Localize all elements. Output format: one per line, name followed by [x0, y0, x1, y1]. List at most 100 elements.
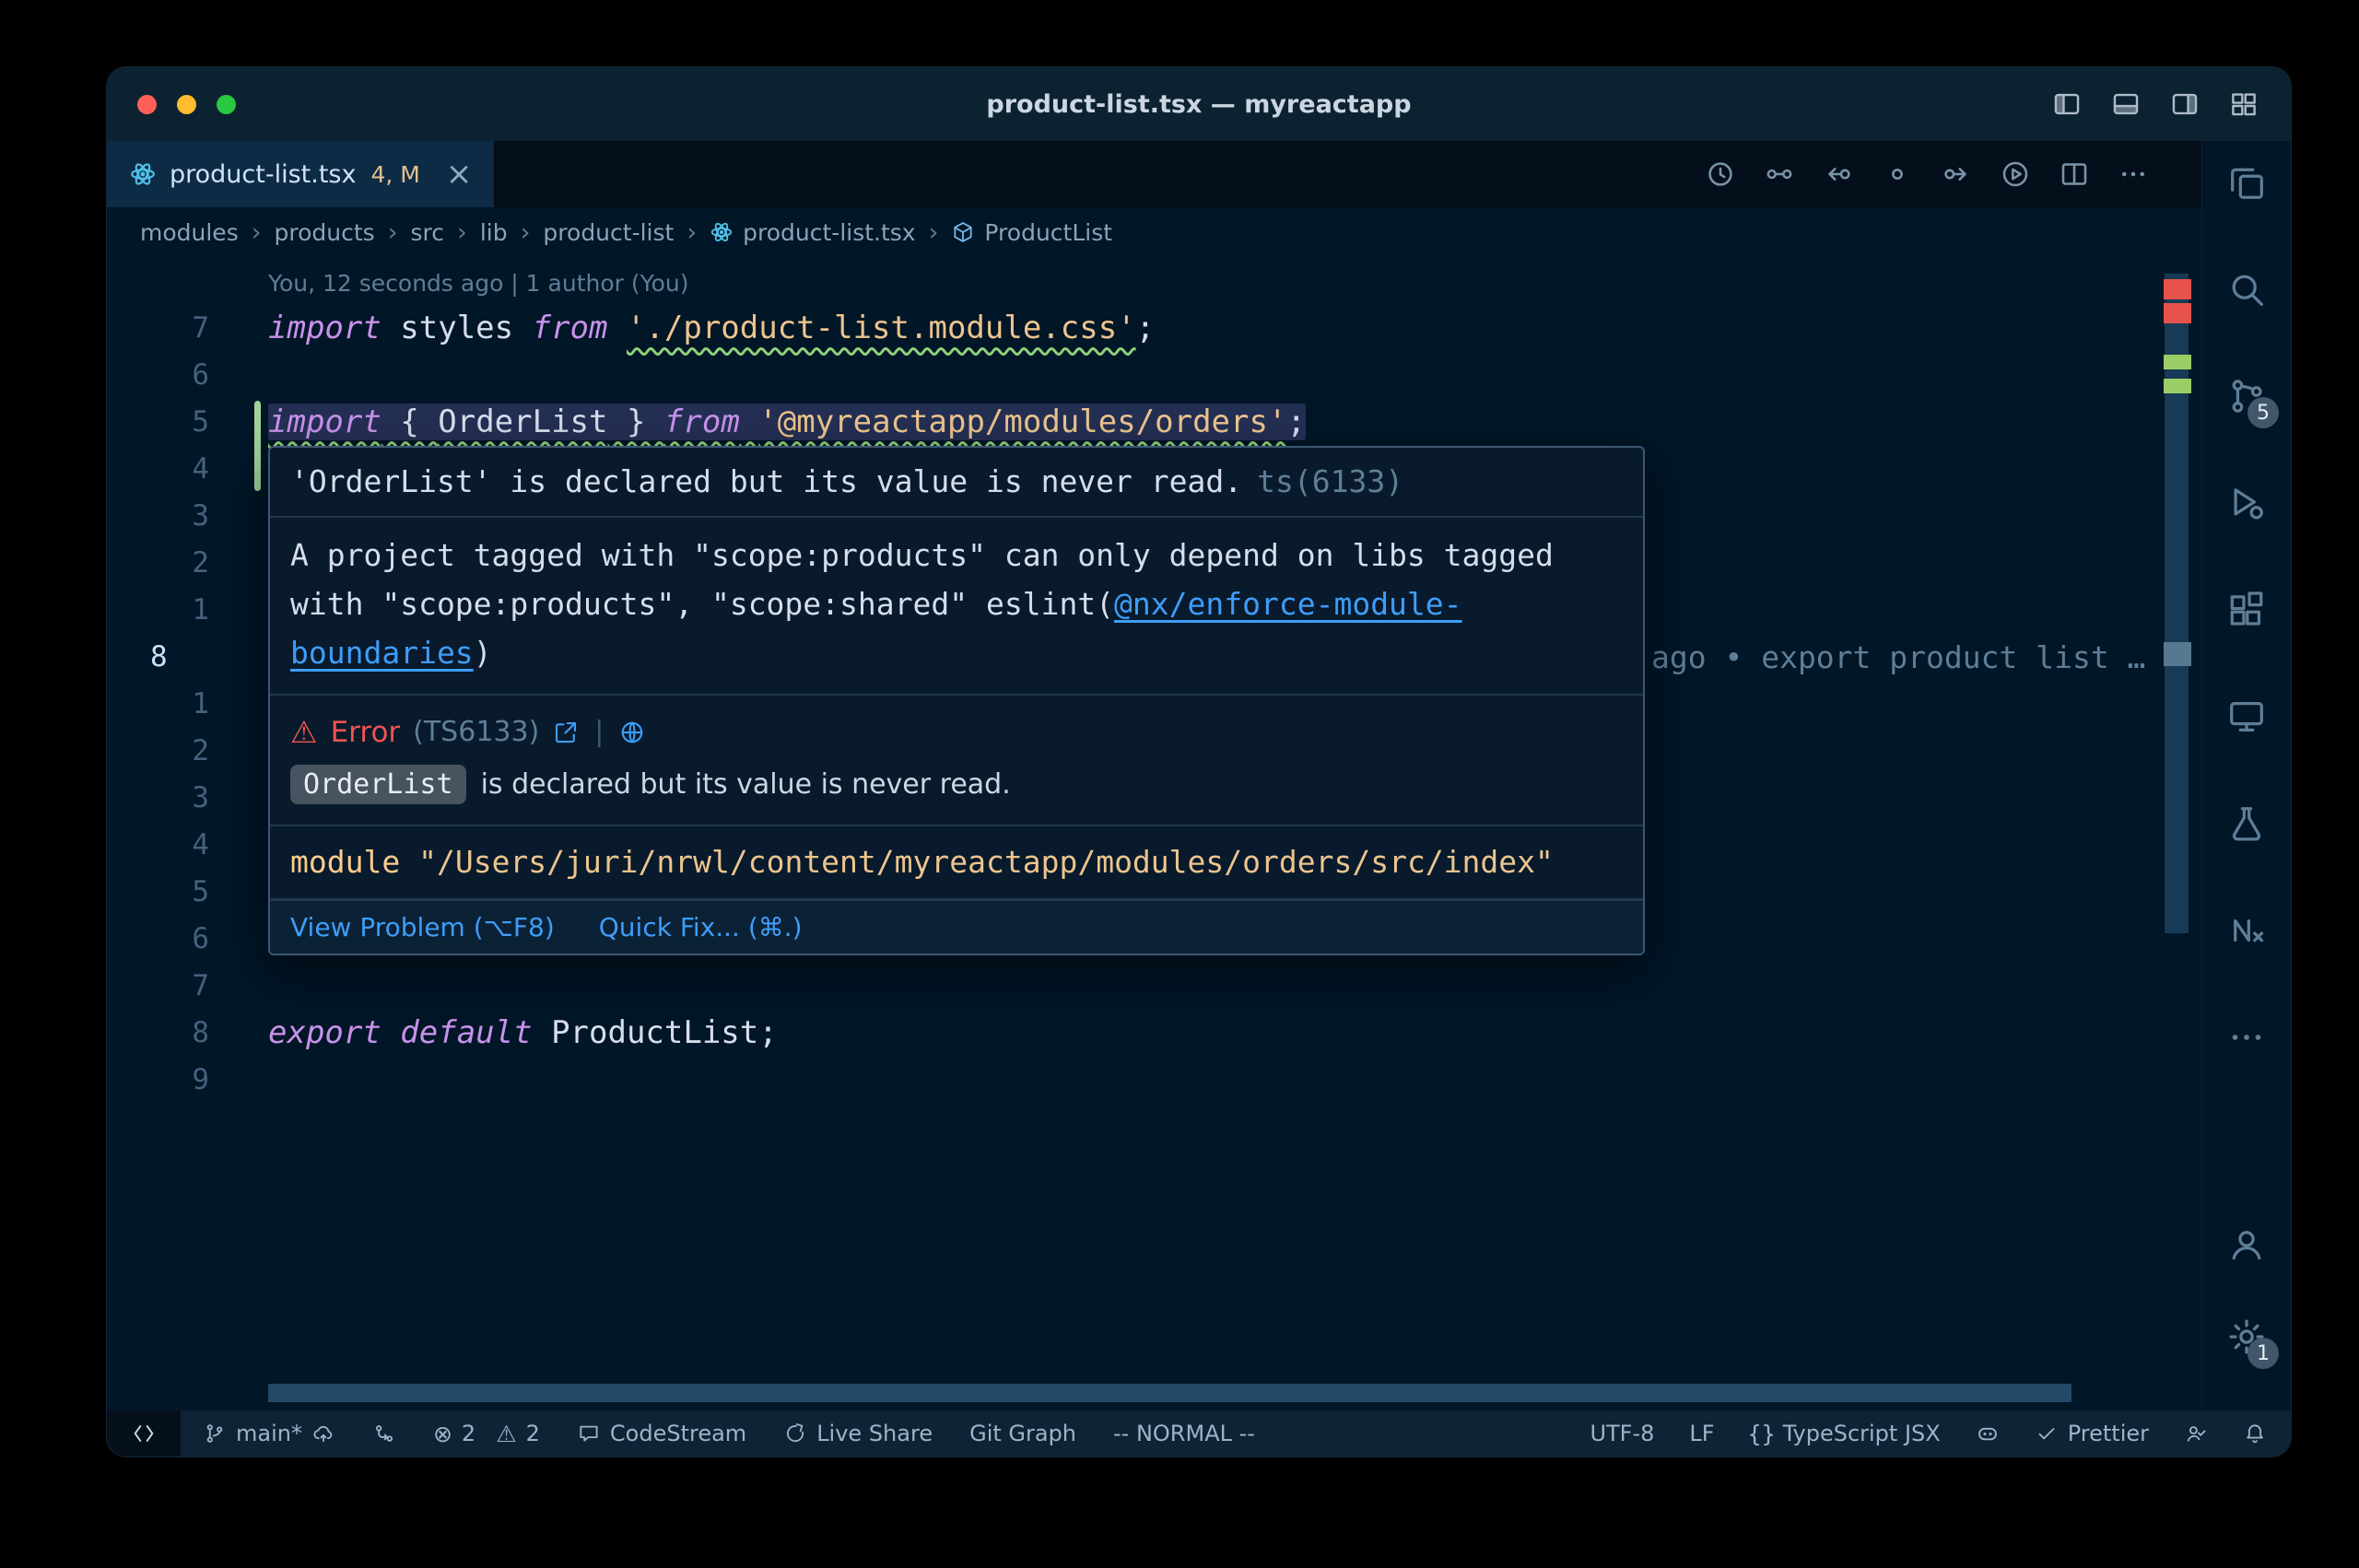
chevron-right-icon: › — [388, 218, 398, 247]
open-change-button[interactable] — [1881, 158, 1914, 191]
activity-more[interactable] — [2225, 1016, 2268, 1059]
activity-search[interactable] — [2225, 268, 2268, 310]
timeline-button[interactable] — [1704, 158, 1737, 191]
status-compare-branch[interactable] — [372, 1422, 396, 1445]
status-git-branch[interactable]: main* — [203, 1421, 335, 1446]
panel-left-button[interactable] — [2051, 88, 2083, 120]
editor-toolbar — [1704, 141, 2201, 207]
status-vim-mode[interactable]: -- NORMAL -- — [1113, 1421, 1255, 1446]
line-number: 8 — [107, 1010, 209, 1057]
line-number: 4 — [107, 822, 209, 869]
status-copilot[interactable] — [1976, 1422, 2000, 1445]
window-controls — [137, 67, 236, 141]
check-icon — [2035, 1422, 2059, 1445]
gutter-change-indicator — [254, 401, 261, 491]
breadcrumb-item[interactable]: src — [411, 219, 445, 246]
status-encoding[interactable]: UTF-8 — [1590, 1421, 1654, 1446]
layout-grid-button[interactable] — [2228, 88, 2259, 120]
code-line-content — [209, 587, 268, 634]
activity-explorer[interactable] — [2225, 161, 2268, 204]
compare-changes-button[interactable] — [1763, 158, 1796, 191]
activity-account[interactable] — [2225, 1223, 2268, 1266]
code-line-content — [209, 869, 268, 916]
editor[interactable]: You, 12 seconds ago | 1 author (You) 7im… — [107, 257, 2201, 1410]
breadcrumb-item[interactable]: ProductList — [951, 219, 1112, 246]
vertical-scrollbar[interactable] — [2165, 274, 2189, 933]
activity-source-control[interactable]: 5 — [2225, 375, 2268, 417]
status-eol[interactable]: LF — [1689, 1421, 1714, 1446]
status-language[interactable]: {}TypeScript JSX — [1750, 1421, 1941, 1446]
panel-right-button[interactable] — [2169, 88, 2201, 120]
git-codelens[interactable]: You, 12 seconds ago | 1 author (You) — [268, 257, 2201, 305]
activity-bar: 5 1 — [2201, 141, 2291, 1410]
activity-testing[interactable] — [2225, 802, 2268, 845]
activity-remote-explorer[interactable] — [2225, 696, 2268, 738]
status-remote[interactable] — [107, 1410, 181, 1457]
split-editor-button[interactable] — [2058, 158, 2091, 191]
activity-run-debug[interactable] — [2225, 482, 2268, 524]
line-number: 3 — [107, 493, 209, 540]
code-line[interactable]: 5import { OrderList } from '@myreactapp/… — [107, 399, 2201, 446]
tab-label: product-list.tsx — [170, 160, 356, 189]
activity-settings[interactable]: 1 — [2225, 1316, 2268, 1358]
code-line[interactable]: 9 — [107, 1057, 2201, 1104]
prev-change-button[interactable] — [1822, 158, 1855, 191]
status-live-share[interactable]: Live Share — [783, 1421, 933, 1446]
next-change-button[interactable] — [1940, 158, 1973, 191]
line-number: 1 — [107, 681, 209, 728]
zoom-window-button[interactable] — [217, 95, 236, 114]
code-line[interactable]: 7 — [107, 963, 2201, 1010]
more-button[interactable] — [2117, 158, 2150, 191]
code-line-content — [209, 963, 268, 1010]
bell-icon — [2243, 1422, 2267, 1445]
view-problem-action[interactable]: View Problem (⌥F8) — [290, 912, 555, 942]
line-number: 3 — [107, 775, 209, 822]
diagnostic-message: 'OrderList' is declared but its value is… — [290, 463, 1242, 499]
line-number: 6 — [107, 352, 209, 399]
open-external-icon[interactable] — [552, 719, 580, 746]
vscode-window: product-list.tsx — myreactapp product-li… — [106, 66, 2292, 1457]
hover-widget: 'OrderList' is declared but its value is… — [268, 446, 1645, 955]
activity-extensions[interactable] — [2225, 589, 2268, 631]
breadcrumb-item[interactable]: product-list — [543, 219, 674, 246]
code-line[interactable]: 8export default ProductList; — [107, 1010, 2201, 1057]
breadcrumb-item[interactable]: lib — [480, 219, 508, 246]
activity-badge: 5 — [2248, 397, 2279, 428]
code-line-content — [209, 775, 268, 822]
divider: | — [594, 716, 604, 748]
person-check-icon — [2184, 1422, 2208, 1445]
line-number: 2 — [107, 540, 209, 587]
run-button[interactable] — [1999, 158, 2032, 191]
horizontal-scrollbar[interactable] — [268, 1384, 2071, 1402]
comment-icon — [577, 1422, 601, 1445]
tab-product-list[interactable]: product-list.tsx 4, M × — [107, 141, 495, 207]
breadcrumb-item[interactable]: product-list.tsx — [710, 219, 915, 246]
close-icon[interactable]: × — [446, 158, 473, 190]
breadcrumb-item[interactable]: products — [275, 219, 375, 246]
code-line-content — [209, 681, 268, 728]
close-window-button[interactable] — [137, 95, 157, 114]
error-icon: ⚠ — [290, 714, 318, 750]
status-bar: main* ⊗2⚠2 CodeStream Live Share Git Graph --… — [107, 1410, 2291, 1457]
code-line-content — [209, 352, 268, 399]
ruler-added-mark — [2164, 355, 2191, 369]
status-prettier[interactable]: Prettier — [2035, 1421, 2149, 1446]
globe-icon[interactable] — [618, 719, 646, 746]
status-codestream[interactable]: CodeStream — [577, 1421, 746, 1446]
line-number: 5 — [107, 869, 209, 916]
quick-fix-action[interactable]: Quick Fix... (⌘.) — [599, 912, 803, 942]
breadcrumb: modules›products›src›lib›product-list›pr… — [107, 207, 2201, 257]
activity-nx-console[interactable] — [2225, 909, 2268, 952]
breadcrumb-item[interactable]: modules — [140, 219, 239, 246]
status-notifications[interactable] — [2243, 1422, 2267, 1445]
minimize-window-button[interactable] — [177, 95, 196, 114]
code-line[interactable]: 7import styles from './product-list.modu… — [107, 305, 2201, 352]
code-line[interactable]: 6 — [107, 352, 2201, 399]
status-problems[interactable]: ⊗2⚠2 — [433, 1421, 540, 1447]
copilot-icon — [1976, 1422, 2000, 1445]
line-number: 2 — [107, 728, 209, 775]
status-feedback[interactable] — [2184, 1422, 2208, 1445]
status-git-graph[interactable]: Git Graph — [969, 1421, 1076, 1446]
ruler-error-mark — [2164, 303, 2191, 323]
panel-bottom-button[interactable] — [2110, 88, 2142, 120]
